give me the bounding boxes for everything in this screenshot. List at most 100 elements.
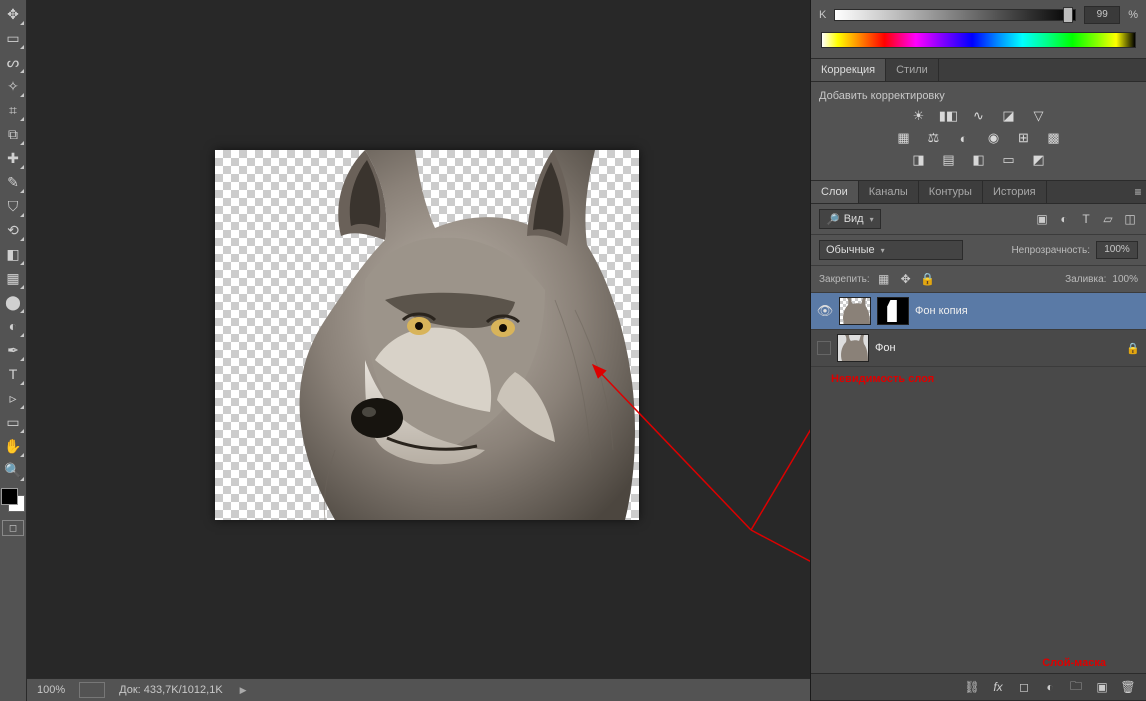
history-brush-tool[interactable]: ⟲ <box>2 219 24 241</box>
eyedropper-tool[interactable]: ⧉ <box>2 123 24 145</box>
layer-list: 👁 Фон копия Фон 🔒 <box>811 293 1146 673</box>
threshold-icon[interactable]: ◧ <box>969 152 989 168</box>
image-wolf <box>215 150 639 520</box>
blend-mode-select[interactable]: Обычные▾ <box>819 240 963 260</box>
gradient-map-icon[interactable]: ▭ <box>999 152 1019 168</box>
clone-stamp-tool[interactable]: ⛉ <box>2 195 24 217</box>
lock-position-icon[interactable]: ✥ <box>898 271 914 287</box>
lock-pixels-icon[interactable]: ▦ <box>876 271 892 287</box>
filter-image-icon[interactable]: ▣ <box>1034 211 1050 227</box>
invert-icon[interactable]: ◨ <box>909 152 929 168</box>
new-adjustment-icon[interactable]: ◐ <box>1042 679 1058 695</box>
new-layer-icon[interactable]: ▣ <box>1094 679 1110 695</box>
lock-icon: 🔒 <box>1126 342 1140 355</box>
filter-shape-icon[interactable]: ▱ <box>1100 211 1116 227</box>
layers-footer: ⛓ fx ◻ ◐ 🗀 ▣ 🗑 <box>811 673 1146 700</box>
curves-icon[interactable]: ∿ <box>969 108 989 124</box>
opacity-label: Непрозрачность: <box>1011 245 1090 256</box>
shape-tool[interactable]: ▭ <box>2 411 24 433</box>
layers-panel: Слои Каналы Контуры История ≡ 🔎 Вид▾ ▣ ◐… <box>811 181 1146 701</box>
crop-tool[interactable]: ⌗ <box>2 99 24 121</box>
blur-tool[interactable]: ⬤ <box>2 291 24 313</box>
marquee-tool[interactable]: ▭ <box>2 27 24 49</box>
adjustments-panel: Коррекция Стили Добавить корректировку ☀… <box>811 59 1146 181</box>
document-canvas[interactable] <box>215 150 639 520</box>
healing-brush-tool[interactable]: ✚ <box>2 147 24 169</box>
fill-label: Заливка: <box>1065 274 1106 285</box>
layer-filter-kind[interactable]: 🔎 Вид▾ <box>819 209 881 229</box>
tab-corrections[interactable]: Коррекция <box>811 59 886 81</box>
move-tool[interactable]: ✥ <box>2 3 24 25</box>
lock-all-icon[interactable]: 🔒 <box>920 271 936 287</box>
opacity-value[interactable]: 100% <box>1096 241 1138 259</box>
filter-adjust-icon[interactable]: ◐ <box>1056 211 1072 227</box>
eraser-tool[interactable]: ◧ <box>2 243 24 265</box>
levels-icon[interactable]: ▮◧ <box>939 108 959 124</box>
tools-toolbar: ✥ ▭ ᔕ ✧ ⌗ ⧉ ✚ ✎ ⛉ ⟲ ◧ ▦ ⬤ ◐ ✒ T ▹ ▭ ✋ 🔍 … <box>0 0 27 701</box>
layer-name[interactable]: Фон копия <box>915 305 1140 317</box>
vibrance-icon[interactable]: ▽ <box>1029 108 1049 124</box>
bw-icon[interactable]: ◐ <box>954 130 974 146</box>
filter-type-icon[interactable]: T <box>1078 211 1094 227</box>
doc-info-menu[interactable]: ▶ <box>240 685 247 696</box>
color-swatches[interactable] <box>1 488 25 512</box>
tab-channels[interactable]: Каналы <box>859 181 919 203</box>
add-mask-icon[interactable]: ◻ <box>1016 679 1032 695</box>
visibility-toggle[interactable] <box>817 341 831 355</box>
pen-tool[interactable]: ✒ <box>2 339 24 361</box>
gradient-tool[interactable]: ▦ <box>2 267 24 289</box>
doc-info: Док: 433,7K/1012,1K <box>119 684 223 696</box>
thumbnail-icon[interactable] <box>79 682 105 698</box>
tab-history[interactable]: История <box>983 181 1047 203</box>
k-slider[interactable] <box>834 9 1076 21</box>
filter-smart-icon[interactable]: ◫ <box>1122 211 1138 227</box>
fill-value[interactable]: 100% <box>1112 274 1138 285</box>
hue-sat-icon[interactable]: ▦ <box>894 130 914 146</box>
annotation-layer-mask: Слой-маска <box>1042 657 1106 669</box>
right-panels: K 99 % Коррекция Стили Добавить корректи… <box>810 0 1146 701</box>
magic-wand-tool[interactable]: ✧ <box>2 75 24 97</box>
status-bar: 100% Док: 433,7K/1012,1K ▶ <box>27 678 810 701</box>
zoom-level[interactable]: 100% <box>37 684 65 696</box>
layer-thumbnail[interactable] <box>839 297 871 325</box>
canvas-area[interactable] <box>27 0 810 678</box>
k-channel-label: K <box>819 9 826 21</box>
add-adjustment-label: Добавить корректировку <box>819 90 1138 102</box>
tab-styles[interactable]: Стили <box>886 59 939 81</box>
panel-menu-icon[interactable]: ≡ <box>1130 184 1146 200</box>
selective-color-icon[interactable]: ◩ <box>1029 152 1049 168</box>
brightness-contrast-icon[interactable]: ☀ <box>909 108 929 124</box>
tab-layers[interactable]: Слои <box>811 181 859 203</box>
mask-thumbnail[interactable] <box>877 297 909 325</box>
layer-fx-icon[interactable]: fx <box>990 679 1006 695</box>
hand-tool[interactable]: ✋ <box>2 435 24 457</box>
color-panel: K 99 % <box>811 0 1146 59</box>
workspace: 100% Док: 433,7K/1012,1K ▶ <box>27 0 810 701</box>
k-value[interactable]: 99 <box>1084 6 1120 24</box>
layer-thumbnail[interactable] <box>837 334 869 362</box>
zoom-tool[interactable]: 🔍 <box>2 459 24 481</box>
type-tool[interactable]: T <box>2 363 24 385</box>
color-balance-icon[interactable]: ⚖ <box>924 130 944 146</box>
path-selection-tool[interactable]: ▹ <box>2 387 24 409</box>
layer-name[interactable]: Фон <box>875 342 1120 354</box>
photo-filter-icon[interactable]: ◉ <box>984 130 1004 146</box>
lasso-tool[interactable]: ᔕ <box>2 51 24 73</box>
exposure-icon[interactable]: ◪ <box>999 108 1019 124</box>
new-group-icon[interactable]: 🗀 <box>1068 679 1084 695</box>
visibility-toggle[interactable]: 👁 <box>817 303 833 319</box>
color-spectrum[interactable] <box>821 32 1136 48</box>
quick-mask-toggle[interactable]: ◻ <box>2 520 24 536</box>
channel-mixer-icon[interactable]: ⊞ <box>1014 130 1034 146</box>
layer-row[interactable]: 👁 Фон копия <box>811 293 1146 330</box>
layer-row[interactable]: Фон 🔒 <box>811 330 1146 367</box>
color-lookup-icon[interactable]: ▩ <box>1044 130 1064 146</box>
dodge-tool[interactable]: ◐ <box>2 315 24 337</box>
annotation-hidden-layer: Невидимость слоя <box>831 373 934 385</box>
delete-layer-icon[interactable]: 🗑 <box>1120 679 1136 695</box>
brush-tool[interactable]: ✎ <box>2 171 24 193</box>
posterize-icon[interactable]: ▤ <box>939 152 959 168</box>
percent-label: % <box>1128 9 1138 21</box>
link-layers-icon[interactable]: ⛓ <box>964 679 980 695</box>
tab-paths[interactable]: Контуры <box>919 181 983 203</box>
